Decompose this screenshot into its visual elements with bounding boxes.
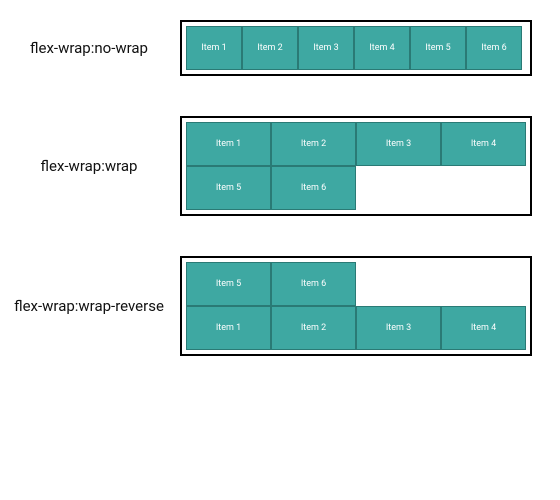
example-row-wrap-reverse: flex-wrap:wrap-reverse Item 1 Item 2 Ite… [10,256,550,356]
flex-item: Item 1 [186,26,242,70]
flex-item: Item 3 [356,306,441,350]
flex-item: Item 6 [466,26,522,70]
example-label: flex-wrap:no-wrap [10,39,180,57]
example-row-wrap: flex-wrap:wrap Item 1 Item 2 Item 3 Item… [10,116,550,216]
flex-item: Item 2 [271,122,356,166]
flex-item: Item 5 [410,26,466,70]
flex-container: Item 1 Item 2 Item 3 Item 4 Item 5 Item … [180,116,532,216]
flexbox-nowrap: Item 1 Item 2 Item 3 Item 4 Item 5 Item … [186,26,526,70]
flex-item: Item 6 [271,262,356,306]
flex-item: Item 4 [441,306,526,350]
flex-container: Item 1 Item 2 Item 3 Item 4 Item 5 Item … [180,256,532,356]
flexbox-wrap-reverse: Item 1 Item 2 Item 3 Item 4 Item 5 Item … [186,262,526,350]
flex-item: Item 1 [186,306,271,350]
example-label: flex-wrap:wrap-reverse [10,297,180,315]
flex-item: Item 3 [298,26,354,70]
flex-item: Item 5 [186,262,271,306]
flexbox-wrap: Item 1 Item 2 Item 3 Item 4 Item 5 Item … [186,122,526,210]
flex-container: Item 1 Item 2 Item 3 Item 4 Item 5 Item … [180,20,532,76]
flex-item: Item 4 [354,26,410,70]
flex-item: Item 1 [186,122,271,166]
flex-item: Item 5 [186,166,271,210]
example-row-nowrap: flex-wrap:no-wrap Item 1 Item 2 Item 3 I… [10,20,550,76]
flex-item: Item 2 [271,306,356,350]
flex-item: Item 6 [271,166,356,210]
example-label: flex-wrap:wrap [10,157,180,175]
flex-item: Item 2 [242,26,298,70]
flex-item: Item 3 [356,122,441,166]
flex-item: Item 4 [441,122,526,166]
